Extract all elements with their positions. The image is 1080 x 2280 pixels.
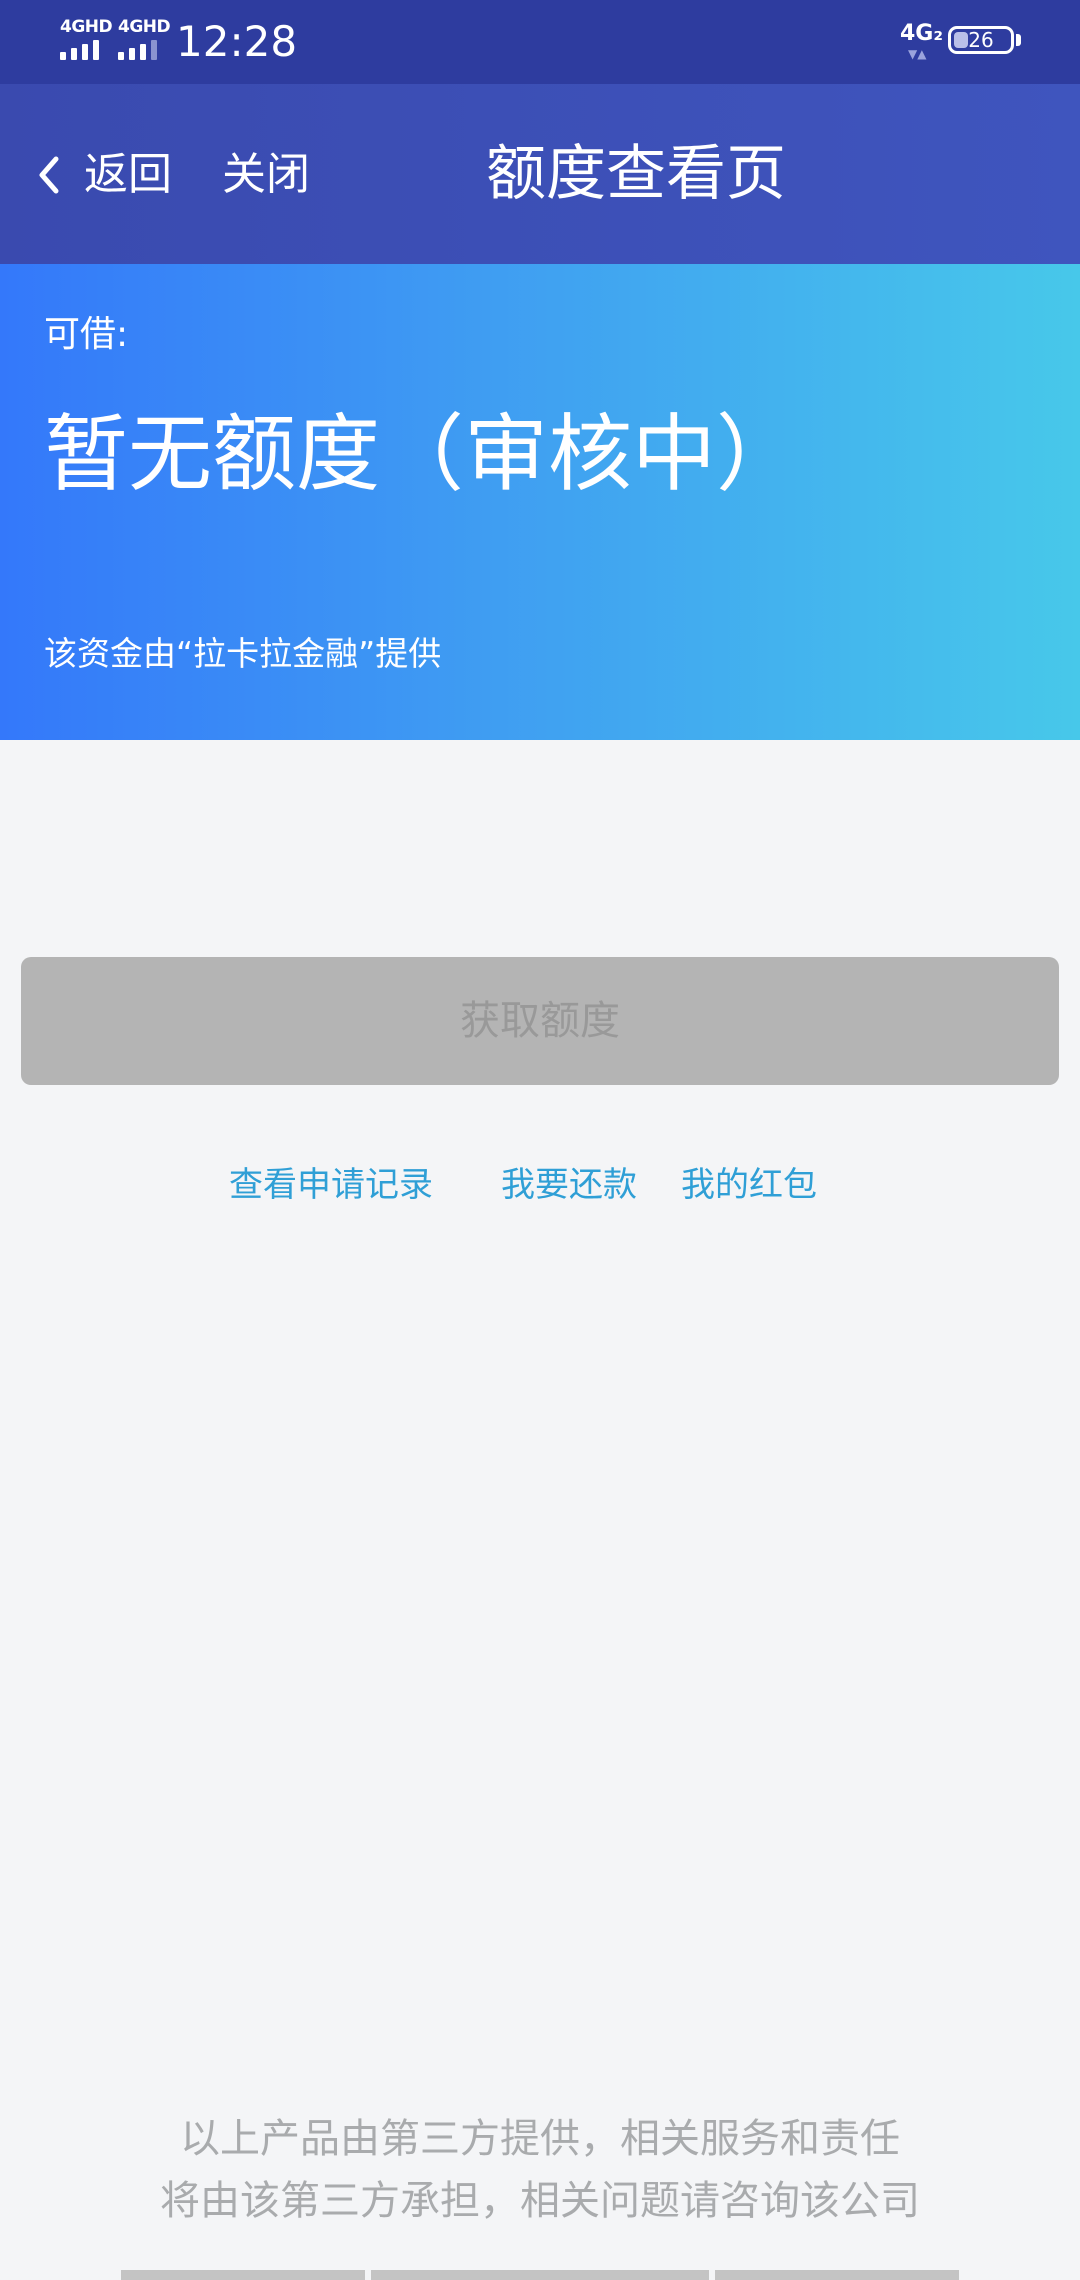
back-label: 返回 [84, 149, 172, 200]
chevron-left-icon [39, 156, 59, 194]
disclaimer-line: 以上产品由第三方提供，相关服务和责任 [180, 2116, 900, 2162]
data-activity-icon: ▼▲ [908, 47, 927, 61]
available-label: 可借: [44, 314, 129, 355]
network-type-label: 4GHD [118, 17, 171, 37]
page-title: 额度查看页 [486, 139, 786, 209]
battery-tip [1016, 34, 1021, 46]
repay-link[interactable]: 我要还款 [501, 1160, 637, 1210]
bottom-tab-partial[interactable] [371, 2270, 709, 2280]
signal-bars-icon [118, 40, 157, 60]
bottom-tab-partial[interactable] [121, 2270, 365, 2280]
network-type-right: 4G₂ [900, 21, 944, 46]
status-time: 12:28 [176, 17, 298, 66]
red-packet-link[interactable]: 我的红包 [681, 1160, 817, 1210]
credit-panel: 可借: 暂无额度（审核中） 该资金由“拉卡拉金融”提供 [0, 264, 1080, 740]
disclaimer: 以上产品由第三方提供，相关服务和责任 将由该第三方承担，相关问题请咨询该公司 [0, 2108, 1080, 2232]
provider-note: 该资金由“拉卡拉金融”提供 [44, 634, 442, 673]
network-type-label: 4GHD [60, 17, 113, 37]
status-bar: 4GHD 4GHD 12:28 4G₂ ▼▲ 26 [0, 0, 1080, 84]
battery-level: 26 [968, 28, 994, 52]
battery-icon: 26 [948, 26, 1014, 54]
nav-bar: 返回 关闭 额度查看页 [0, 84, 1080, 264]
signal-indicator-sim2: 4GHD [118, 17, 171, 60]
signal-indicator-sim1: 4GHD [60, 17, 113, 60]
view-application-records-link[interactable]: 查看申请记录 [229, 1160, 433, 1210]
bottom-tab-partial[interactable] [715, 2270, 959, 2280]
get-quota-button[interactable]: 获取额度 [21, 957, 1059, 1085]
close-button[interactable]: 关闭 [222, 140, 310, 210]
disclaimer-line: 将由该第三方承担，相关问题请咨询该公司 [160, 2178, 920, 2224]
signal-bars-icon [60, 40, 99, 60]
credit-status: 暂无额度（审核中） [44, 405, 801, 503]
back-button[interactable]: 返回 [36, 140, 172, 210]
